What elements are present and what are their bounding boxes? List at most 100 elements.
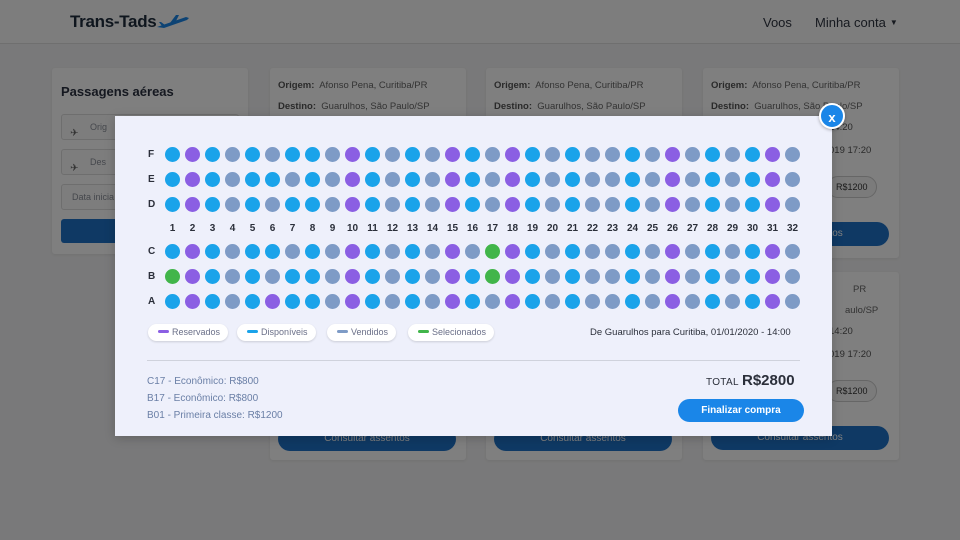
seat-F6-vendido[interactable] [265, 147, 280, 162]
seat-E9-vendido[interactable] [325, 172, 340, 187]
seat-B24-disponivel[interactable] [625, 269, 640, 284]
seat-F7-disponivel[interactable] [285, 147, 300, 162]
seat-D25-vendido[interactable] [645, 197, 660, 212]
seat-E3-disponivel[interactable] [205, 172, 220, 187]
seat-A16-disponivel[interactable] [465, 294, 480, 309]
seat-D12-vendido[interactable] [385, 197, 400, 212]
seat-B1-selecionado[interactable] [165, 269, 180, 284]
seat-E26-reservado[interactable] [665, 172, 680, 187]
seat-C20-vendido[interactable] [545, 244, 560, 259]
seat-E16-disponivel[interactable] [465, 172, 480, 187]
seat-A32-vendido[interactable] [785, 294, 800, 309]
seat-D28-disponivel[interactable] [705, 197, 720, 212]
seat-C21-disponivel[interactable] [565, 244, 580, 259]
seat-F9-vendido[interactable] [325, 147, 340, 162]
seat-F10-reservado[interactable] [345, 147, 360, 162]
seat-F28-disponivel[interactable] [705, 147, 720, 162]
seat-F12-vendido[interactable] [385, 147, 400, 162]
close-modal-button[interactable]: x [819, 103, 845, 129]
seat-B4-vendido[interactable] [225, 269, 240, 284]
seat-A8-disponivel[interactable] [305, 294, 320, 309]
seat-F23-vendido[interactable] [605, 147, 620, 162]
seat-B16-disponivel[interactable] [465, 269, 480, 284]
seat-F27-vendido[interactable] [685, 147, 700, 162]
seat-A7-disponivel[interactable] [285, 294, 300, 309]
seat-C2-reservado[interactable] [185, 244, 200, 259]
seat-E30-disponivel[interactable] [745, 172, 760, 187]
seat-B18-reservado[interactable] [505, 269, 520, 284]
seat-A2-reservado[interactable] [185, 294, 200, 309]
seat-C6-disponivel[interactable] [265, 244, 280, 259]
seat-E11-disponivel[interactable] [365, 172, 380, 187]
seat-C7-vendido[interactable] [285, 244, 300, 259]
seat-C24-disponivel[interactable] [625, 244, 640, 259]
seat-A22-vendido[interactable] [585, 294, 600, 309]
seat-C28-disponivel[interactable] [705, 244, 720, 259]
seat-D4-vendido[interactable] [225, 197, 240, 212]
seat-F26-reservado[interactable] [665, 147, 680, 162]
seat-C9-vendido[interactable] [325, 244, 340, 259]
seat-F3-disponivel[interactable] [205, 147, 220, 162]
seat-B10-reservado[interactable] [345, 269, 360, 284]
seat-B31-reservado[interactable] [765, 269, 780, 284]
seat-A10-reservado[interactable] [345, 294, 360, 309]
seat-A24-disponivel[interactable] [625, 294, 640, 309]
seat-B27-vendido[interactable] [685, 269, 700, 284]
seat-D19-disponivel[interactable] [525, 197, 540, 212]
seat-C19-disponivel[interactable] [525, 244, 540, 259]
seat-E17-vendido[interactable] [485, 172, 500, 187]
seat-A12-vendido[interactable] [385, 294, 400, 309]
seat-D29-vendido[interactable] [725, 197, 740, 212]
seat-C1-disponivel[interactable] [165, 244, 180, 259]
seat-C32-vendido[interactable] [785, 244, 800, 259]
seat-C17-selecionado[interactable] [485, 244, 500, 259]
seat-E31-reservado[interactable] [765, 172, 780, 187]
seat-E13-disponivel[interactable] [405, 172, 420, 187]
seat-A21-disponivel[interactable] [565, 294, 580, 309]
seat-E15-reservado[interactable] [445, 172, 460, 187]
seat-D5-disponivel[interactable] [245, 197, 260, 212]
seat-C5-disponivel[interactable] [245, 244, 260, 259]
seat-A6-reservado[interactable] [265, 294, 280, 309]
seat-B25-vendido[interactable] [645, 269, 660, 284]
seat-D27-vendido[interactable] [685, 197, 700, 212]
seat-E7-vendido[interactable] [285, 172, 300, 187]
seat-C18-reservado[interactable] [505, 244, 520, 259]
seat-E23-vendido[interactable] [605, 172, 620, 187]
seat-B19-disponivel[interactable] [525, 269, 540, 284]
seat-B14-vendido[interactable] [425, 269, 440, 284]
seat-E22-vendido[interactable] [585, 172, 600, 187]
seat-E32-vendido[interactable] [785, 172, 800, 187]
seat-B9-vendido[interactable] [325, 269, 340, 284]
seat-B3-disponivel[interactable] [205, 269, 220, 284]
seat-E2-reservado[interactable] [185, 172, 200, 187]
seat-D11-disponivel[interactable] [365, 197, 380, 212]
seat-E10-reservado[interactable] [345, 172, 360, 187]
seat-B23-vendido[interactable] [605, 269, 620, 284]
seat-C25-vendido[interactable] [645, 244, 660, 259]
seat-A20-vendido[interactable] [545, 294, 560, 309]
seat-C13-disponivel[interactable] [405, 244, 420, 259]
seat-F18-reservado[interactable] [505, 147, 520, 162]
seat-F31-reservado[interactable] [765, 147, 780, 162]
seat-D6-vendido[interactable] [265, 197, 280, 212]
seat-B20-vendido[interactable] [545, 269, 560, 284]
seat-F32-vendido[interactable] [785, 147, 800, 162]
seat-D22-vendido[interactable] [585, 197, 600, 212]
seat-C8-disponivel[interactable] [305, 244, 320, 259]
seat-D21-disponivel[interactable] [565, 197, 580, 212]
seat-C4-vendido[interactable] [225, 244, 240, 259]
seat-E1-disponivel[interactable] [165, 172, 180, 187]
seat-F1-disponivel[interactable] [165, 147, 180, 162]
seat-B30-disponivel[interactable] [745, 269, 760, 284]
seat-E12-vendido[interactable] [385, 172, 400, 187]
seat-A15-reservado[interactable] [445, 294, 460, 309]
seat-A9-vendido[interactable] [325, 294, 340, 309]
seat-F15-reservado[interactable] [445, 147, 460, 162]
seat-D15-reservado[interactable] [445, 197, 460, 212]
seat-E21-disponivel[interactable] [565, 172, 580, 187]
seat-F13-disponivel[interactable] [405, 147, 420, 162]
seat-D26-reservado[interactable] [665, 197, 680, 212]
seat-C30-disponivel[interactable] [745, 244, 760, 259]
seat-A23-vendido[interactable] [605, 294, 620, 309]
